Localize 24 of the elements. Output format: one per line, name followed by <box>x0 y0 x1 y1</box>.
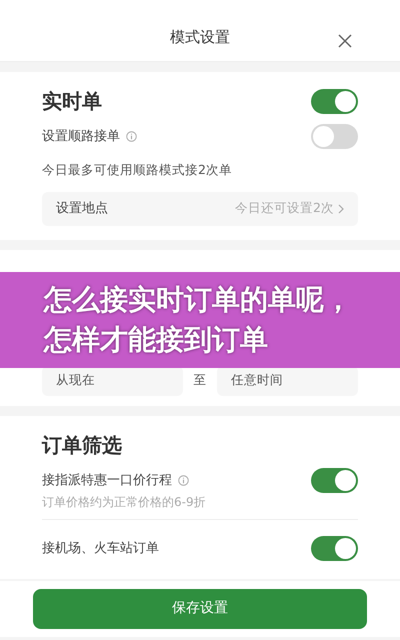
range-separator: 至 <box>192 371 208 390</box>
save-button[interactable]: 保存设置 <box>33 588 367 629</box>
info-icon[interactable] <box>178 474 189 486</box>
setting-value: 今日还可设置2次 <box>235 199 334 218</box>
time-field[interactable]: 任意时间 <box>217 366 358 396</box>
chevron-right-icon <box>338 204 344 214</box>
setting-label: 设置地点 <box>56 200 108 218</box>
setting-label: 接指派特惠一口价行程 <box>42 472 172 490</box>
hint-text: 今日最多可使用顺路模式接2次单 <box>42 161 233 179</box>
time-field[interactable]: 从现在 <box>42 366 183 396</box>
setting-row[interactable]: 设置地点 今日还可设置2次 <box>42 192 358 226</box>
toggle-switch[interactable] <box>311 124 358 149</box>
window-title: 模式设置 <box>170 27 230 48</box>
toggle-switch[interactable] <box>311 88 358 114</box>
section-title: 实时单 <box>42 88 102 115</box>
setting-label: 设置顺路接单 <box>42 128 120 146</box>
close-icon[interactable] <box>338 34 352 48</box>
hint-text: 订单价格约为正常价格的6-9折 <box>42 494 207 511</box>
toggle-switch[interactable] <box>311 536 358 561</box>
toggle-switch[interactable] <box>311 468 358 493</box>
banner-caption: 怎么接实时订单的单呢，怎样才能接到订单 <box>0 272 400 368</box>
info-icon[interactable] <box>126 131 137 142</box>
section-title: 订单筛选 <box>42 432 122 459</box>
setting-label: 接机场、火车站订单 <box>42 540 159 558</box>
